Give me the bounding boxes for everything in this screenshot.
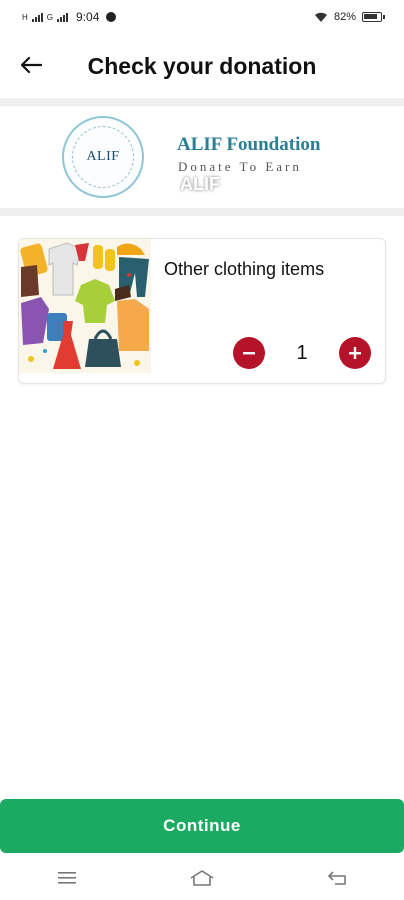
home-icon	[190, 870, 214, 886]
status-time: 9:04	[76, 10, 100, 24]
foundation-name: ALIF Foundation	[177, 134, 321, 155]
nav-menu-button[interactable]	[47, 863, 87, 893]
nav-back-button[interactable]	[317, 863, 357, 893]
signal-icon-2	[57, 12, 69, 22]
foundation-watermark: ALIF	[180, 174, 220, 194]
signal-icon	[31, 12, 43, 22]
wifi-icon	[314, 12, 327, 22]
donation-item-card: Other clothing items 1	[18, 238, 386, 384]
divider	[0, 208, 404, 216]
decrement-button[interactable]	[233, 337, 265, 369]
increment-button[interactable]	[339, 337, 371, 369]
network-type-label-2: G	[46, 12, 54, 22]
foundation-banner: ALIF ALIF Foundation Donate To Earn ALIF	[0, 106, 404, 208]
item-name: Other clothing items	[164, 259, 325, 279]
nav-home-button[interactable]	[182, 863, 222, 893]
header: Check your donation	[0, 34, 404, 98]
clothing-image	[19, 239, 151, 373]
screen: H G 9:04 82% Check your donation ALIF AL…	[0, 0, 404, 900]
status-bar: H G 9:04 82%	[0, 0, 404, 34]
back-icon	[327, 871, 346, 885]
plus-icon	[349, 347, 361, 359]
status-right: 82%	[314, 11, 385, 23]
page-title: Check your donation	[87, 52, 317, 79]
foundation-logo: ALIF	[62, 116, 144, 198]
battery-percent: 82%	[333, 11, 356, 23]
notification-icon	[106, 12, 117, 22]
battery-icon	[362, 12, 385, 22]
status-left: H G 9:04	[22, 10, 117, 24]
foundation-logo-text: ALIF	[72, 126, 134, 188]
menu-icon	[58, 872, 77, 884]
continue-button[interactable]: Continue	[0, 799, 404, 853]
network-type-label: H	[22, 12, 28, 22]
quantity-value: 1	[296, 341, 308, 364]
minus-icon	[243, 352, 255, 355]
quantity-stepper: 1	[233, 337, 371, 369]
foundation-tagline: Donate To Earn	[178, 159, 302, 174]
divider	[0, 98, 404, 106]
navigation-bar	[0, 856, 404, 900]
